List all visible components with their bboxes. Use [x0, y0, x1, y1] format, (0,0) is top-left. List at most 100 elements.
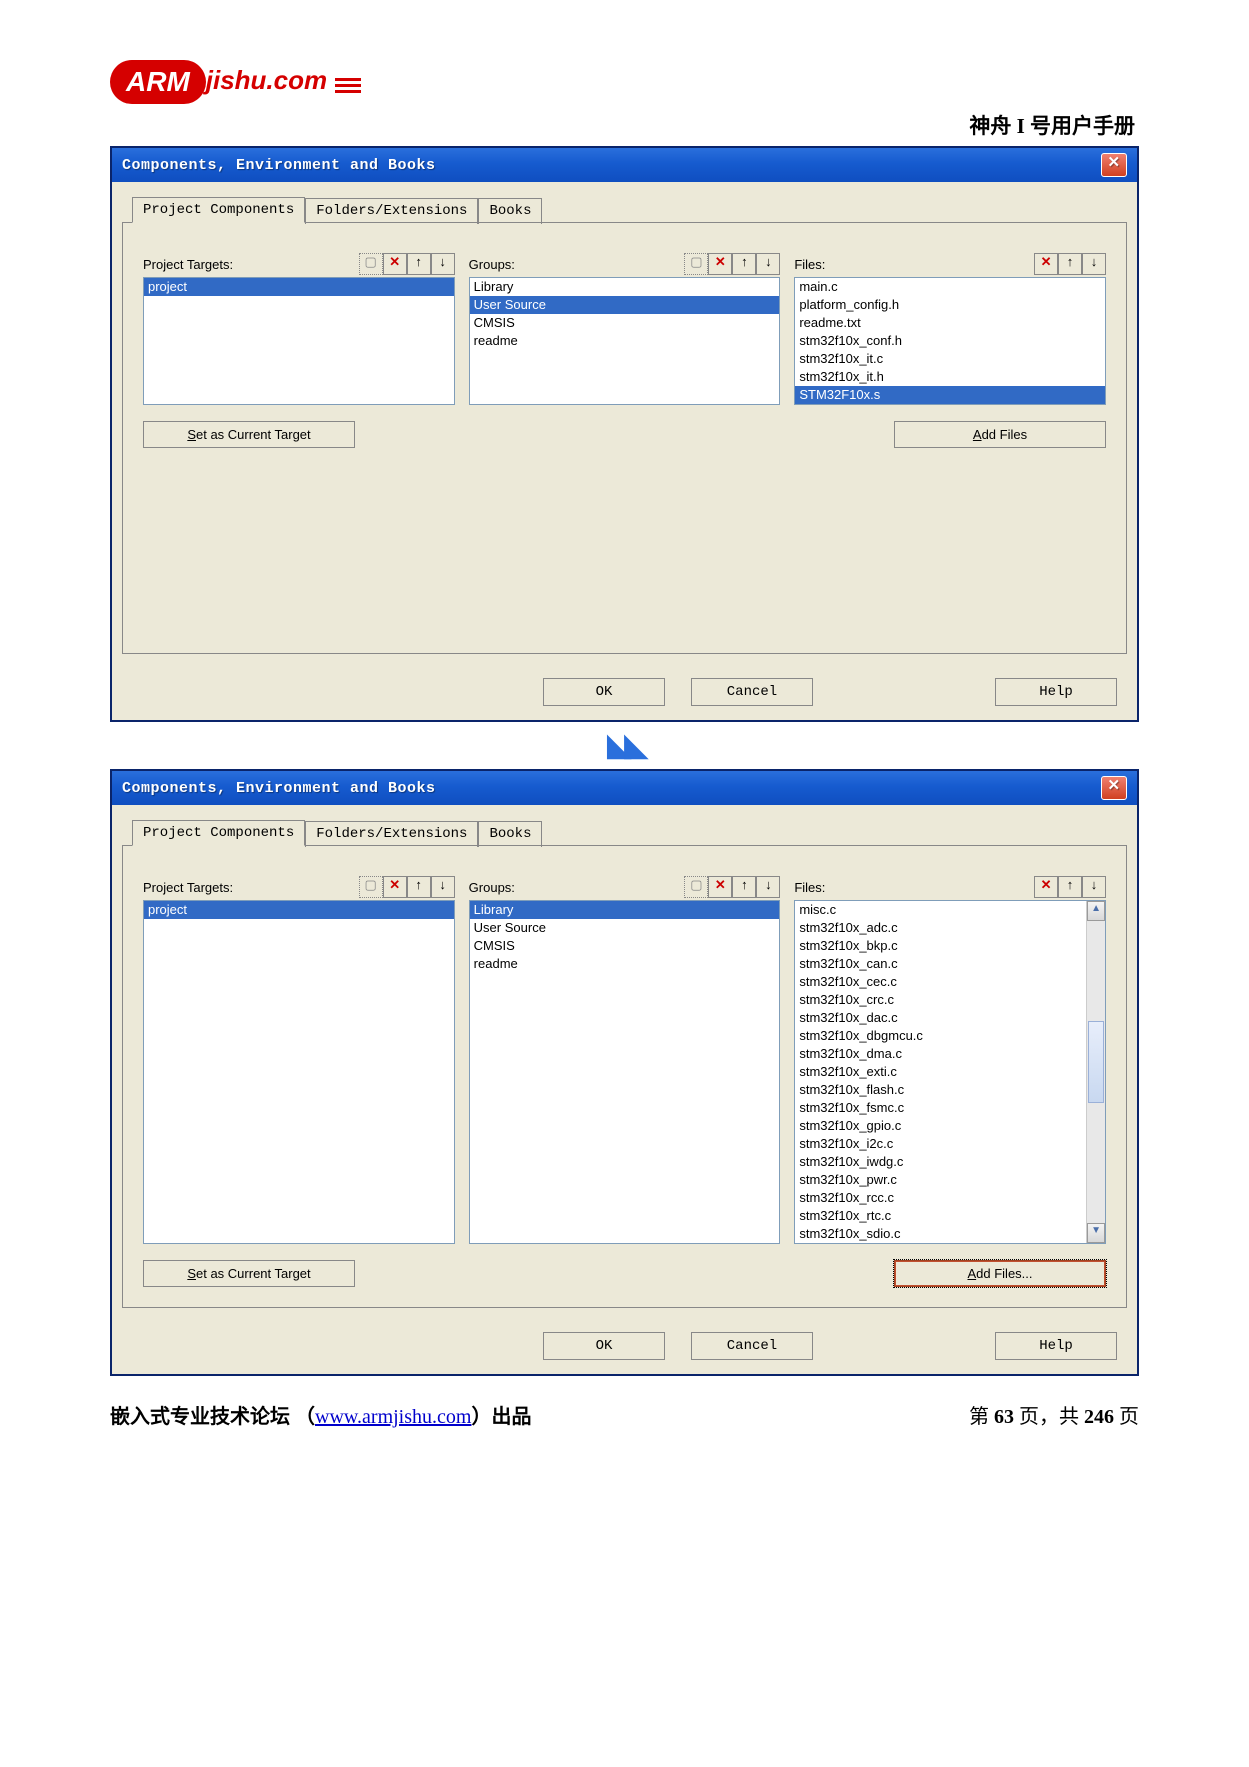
- list-item[interactable]: stm32f10x_rtc.c: [795, 1207, 1086, 1225]
- page-footer: 嵌入式专业技术论坛 （www.armjishu.com）出品 第 63 页，共 …: [110, 1400, 1139, 1429]
- list-item[interactable]: stm32f10x_dbgmcu.c: [795, 1027, 1086, 1045]
- move-up-icon[interactable]: ↑: [1058, 876, 1082, 898]
- list-item[interactable]: User Source: [470, 296, 780, 314]
- tab-folders-extensions[interactable]: Folders/Extensions: [305, 821, 478, 847]
- files-label: Files:: [794, 880, 825, 895]
- delete-icon[interactable]: ✕: [708, 253, 732, 275]
- list-item[interactable]: stm32f10x_iwdg.c: [795, 1153, 1086, 1171]
- move-down-icon[interactable]: ↓: [756, 253, 780, 275]
- files-label: Files:: [794, 257, 825, 272]
- dialog-components-2: Components, Environment and Books ✕ Proj…: [110, 769, 1139, 1376]
- targets-list[interactable]: project: [143, 277, 455, 405]
- footer-page-mid: 页，共: [1014, 1406, 1084, 1428]
- footer-left-pre: 嵌入式专业技术论坛 （: [110, 1406, 315, 1428]
- scroll-thumb[interactable]: [1088, 1021, 1104, 1103]
- files-toolbar: ✕ ↑ ↓: [1034, 253, 1106, 275]
- list-item[interactable]: stm32f10x_pwr.c: [795, 1171, 1086, 1189]
- list-item[interactable]: stm32f10x_bkp.c: [795, 937, 1086, 955]
- targets-list[interactable]: project: [143, 900, 455, 1244]
- tabs: Project Components Folders/Extensions Bo…: [132, 196, 1137, 222]
- list-item[interactable]: readme: [470, 332, 780, 350]
- close-icon[interactable]: ✕: [1101, 776, 1127, 800]
- list-item[interactable]: stm32f10x_gpio.c: [795, 1117, 1086, 1135]
- set-current-target-button[interactable]: Set as Current Target: [143, 421, 355, 448]
- tab-project-components[interactable]: Project Components: [132, 197, 305, 223]
- list-item[interactable]: stm32f10x_adc.c: [795, 919, 1086, 937]
- move-up-icon[interactable]: ↑: [407, 253, 431, 275]
- dialog-title: Components, Environment and Books: [122, 157, 436, 174]
- tab-books[interactable]: Books: [478, 198, 542, 224]
- list-item[interactable]: stm32f10x_flash.c: [795, 1081, 1086, 1099]
- list-item[interactable]: Library: [470, 901, 780, 919]
- list-item[interactable]: stm32f10x_cec.c: [795, 973, 1086, 991]
- list-item[interactable]: stm32f10x_rcc.c: [795, 1189, 1086, 1207]
- scroll-down-icon[interactable]: ▼: [1087, 1223, 1105, 1243]
- list-item[interactable]: STM32F10x.s: [795, 386, 1105, 404]
- list-item[interactable]: stm32f10x_conf.h: [795, 332, 1105, 350]
- delete-icon[interactable]: ✕: [1034, 253, 1058, 275]
- list-item[interactable]: Library: [470, 278, 780, 296]
- groups-list[interactable]: Library User Source CMSIS readme: [469, 277, 781, 405]
- list-item[interactable]: readme.txt: [795, 314, 1105, 332]
- scrollbar[interactable]: ▲ ▼: [1086, 901, 1105, 1243]
- list-item[interactable]: project: [144, 278, 454, 296]
- list-item[interactable]: stm32f10x_sdio.c: [795, 1225, 1086, 1243]
- help-button[interactable]: Help: [995, 678, 1117, 706]
- new-icon[interactable]: ▢: [359, 253, 383, 275]
- list-item[interactable]: stm32f10x_crc.c: [795, 991, 1086, 1009]
- move-up-icon[interactable]: ↑: [407, 876, 431, 898]
- list-item[interactable]: stm32f10x_exti.c: [795, 1063, 1086, 1081]
- new-icon[interactable]: ▢: [684, 876, 708, 898]
- move-up-icon[interactable]: ↑: [732, 253, 756, 275]
- delete-icon[interactable]: ✕: [1034, 876, 1058, 898]
- list-item[interactable]: CMSIS: [470, 937, 780, 955]
- list-item[interactable]: User Source: [470, 919, 780, 937]
- set-current-target-button[interactable]: Set as Current Target: [143, 1260, 355, 1287]
- move-down-icon[interactable]: ↓: [431, 876, 455, 898]
- files-list[interactable]: misc.c stm32f10x_adc.c stm32f10x_bkp.c s…: [794, 900, 1106, 1244]
- move-up-icon[interactable]: ↑: [732, 876, 756, 898]
- delete-icon[interactable]: ✕: [383, 253, 407, 275]
- dialog-title: Components, Environment and Books: [122, 780, 436, 797]
- list-item[interactable]: stm32f10x_it.h: [795, 368, 1105, 386]
- tabs: Project Components Folders/Extensions Bo…: [132, 819, 1137, 845]
- ok-button[interactable]: OK: [543, 1332, 665, 1360]
- move-up-icon[interactable]: ↑: [1058, 253, 1082, 275]
- delete-icon[interactable]: ✕: [708, 876, 732, 898]
- list-item[interactable]: misc.c: [795, 901, 1086, 919]
- list-item[interactable]: main.c: [795, 278, 1105, 296]
- close-icon[interactable]: ✕: [1101, 153, 1127, 177]
- cancel-button[interactable]: Cancel: [691, 678, 813, 706]
- list-item[interactable]: stm32f10x_fsmc.c: [795, 1099, 1086, 1117]
- list-item[interactable]: project: [144, 901, 454, 919]
- tab-books[interactable]: Books: [478, 821, 542, 847]
- list-item[interactable]: stm32f10x_can.c: [795, 955, 1086, 973]
- list-item[interactable]: stm32f10x_i2c.c: [795, 1135, 1086, 1153]
- list-item[interactable]: stm32f10x_dac.c: [795, 1009, 1086, 1027]
- groups-list[interactable]: Library User Source CMSIS readme: [469, 900, 781, 1244]
- list-item[interactable]: stm32f10x_it.c: [795, 350, 1105, 368]
- files-toolbar: ✕ ↑ ↓: [1034, 876, 1106, 898]
- files-list[interactable]: main.c platform_config.h readme.txt stm3…: [794, 277, 1106, 405]
- targets-label: Project Targets:: [143, 880, 233, 895]
- move-down-icon[interactable]: ↓: [431, 253, 455, 275]
- ok-button[interactable]: OK: [543, 678, 665, 706]
- cancel-button[interactable]: Cancel: [691, 1332, 813, 1360]
- move-down-icon[interactable]: ↓: [1082, 253, 1106, 275]
- list-item[interactable]: CMSIS: [470, 314, 780, 332]
- scroll-up-icon[interactable]: ▲: [1087, 901, 1105, 921]
- new-icon[interactable]: ▢: [684, 253, 708, 275]
- add-files-button[interactable]: Add Files...: [894, 1260, 1106, 1287]
- list-item[interactable]: platform_config.h: [795, 296, 1105, 314]
- tab-folders-extensions[interactable]: Folders/Extensions: [305, 198, 478, 224]
- delete-icon[interactable]: ✕: [383, 876, 407, 898]
- new-icon[interactable]: ▢: [359, 876, 383, 898]
- tab-project-components[interactable]: Project Components: [132, 820, 305, 846]
- move-down-icon[interactable]: ↓: [756, 876, 780, 898]
- footer-link[interactable]: www.armjishu.com: [315, 1406, 471, 1428]
- help-button[interactable]: Help: [995, 1332, 1117, 1360]
- add-files-button[interactable]: Add Files: [894, 421, 1106, 448]
- list-item[interactable]: readme: [470, 955, 780, 973]
- move-down-icon[interactable]: ↓: [1082, 876, 1106, 898]
- list-item[interactable]: stm32f10x_dma.c: [795, 1045, 1086, 1063]
